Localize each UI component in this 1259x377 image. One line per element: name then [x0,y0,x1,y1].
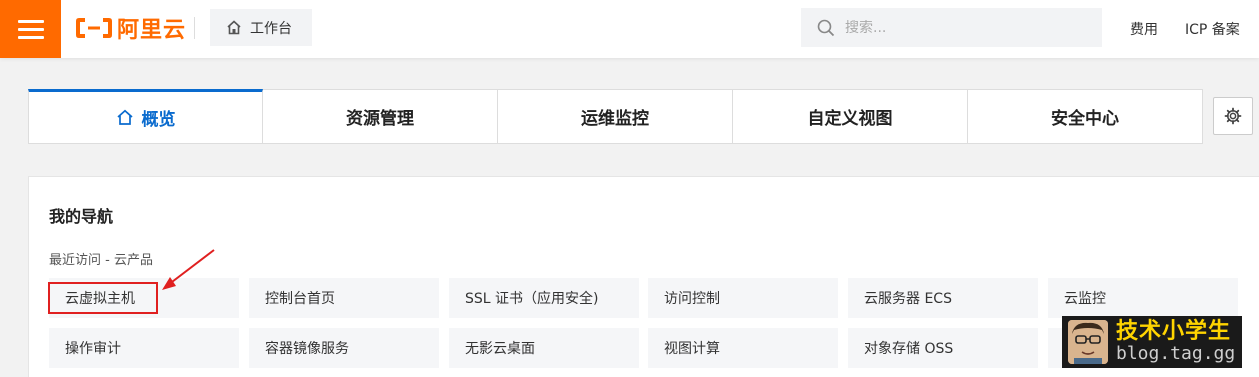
watermark-badge: 技术小学生 blog.tag.gg [1062,316,1242,368]
avatar [1068,320,1108,364]
nav-item-ecs[interactable]: 云服务器 ECS [848,278,1038,318]
nav-item-label: 容器镜像服务 [265,341,349,357]
nav-item-container-registry[interactable]: 容器镜像服务 [249,328,439,368]
search-input[interactable] [845,19,1075,36]
tab-label: 运维监控 [581,109,649,129]
tab-label: 资源管理 [346,109,414,129]
tab-label: 安全中心 [1051,109,1119,129]
tab-custom-view[interactable]: 自定义视图 [733,89,968,144]
billing-link[interactable]: 费用 [1130,19,1158,39]
tab-label: 自定义视图 [807,109,893,129]
menu-line-icon [17,27,44,31]
aliyun-logo-icon [76,18,112,38]
annotation-highlight-box [48,282,158,314]
tab-security-center[interactable]: 安全中心 [968,89,1203,144]
header-divider [194,17,195,39]
watermark-url: blog.tag.gg [1116,343,1236,364]
nav-item-ssl-certificate[interactable]: SSL 证书（应用安全) [449,278,639,318]
hamburger-menu-button[interactable] [0,0,61,58]
nav-item-cloud-monitor[interactable]: 云监控 [1048,278,1238,318]
tab-overview[interactable]: 概览 [28,89,263,144]
gear-icon [1224,107,1242,125]
nav-item-label: 视图计算 [664,341,720,357]
nav-item-label: 访问控制 [664,291,720,307]
home-icon [116,109,134,126]
annotation-arrow-icon [162,249,215,290]
nav-item-label: 操作审计 [65,341,121,357]
watermark-title: 技术小学生 [1116,319,1232,344]
tab-ops-monitoring[interactable]: 运维监控 [498,89,733,144]
nav-item-label: 云监控 [1064,291,1106,307]
workbench-label: 工作台 [250,20,292,37]
workbench-button[interactable]: 工作台 [210,9,312,46]
nav-item-action-trail[interactable]: 操作审计 [49,328,239,368]
nav-item-access-control[interactable]: 访问控制 [648,278,838,318]
nav-item-label: 对象存储 OSS [864,341,954,357]
nav-item-visual-computing[interactable]: 视图计算 [648,328,838,368]
home-icon [226,20,242,35]
nav-item-oss[interactable]: 对象存储 OSS [848,328,1038,368]
nav-item-console-home[interactable]: 控制台首页 [249,278,439,318]
recent-visits-label: 最近访问 - 云产品 [49,253,153,268]
settings-button[interactable] [1213,97,1253,135]
main-tabs: 概览 资源管理 运维监控 自定义视图 安全中心 [28,89,1203,144]
watermark-text: 技术小学生 blog.tag.gg [1116,320,1235,364]
tab-resource-management[interactable]: 资源管理 [263,89,498,144]
icp-filing-link[interactable]: ICP 备案 [1185,19,1240,39]
nav-item-label: 云服务器 ECS [864,291,952,307]
logo-text: 阿里云 [117,18,187,43]
card-title: 我的导航 [49,207,114,226]
nav-item-label: 控制台首页 [265,291,335,307]
search-icon [817,19,835,36]
nav-item-label: 无影云桌面 [465,341,535,357]
nav-item-label: SSL 证书（应用安全) [465,291,599,307]
top-bar: 阿里云 工作台 费用 ICP 备案 [0,0,1259,58]
menu-line-icon [17,35,44,39]
nav-item-cloud-desktop[interactable]: 无影云桌面 [449,328,639,368]
aliyun-logo[interactable]: 阿里云 [75,14,187,43]
menu-line-icon [17,19,44,23]
tab-label: 概览 [141,110,176,130]
search-box[interactable] [801,8,1102,47]
